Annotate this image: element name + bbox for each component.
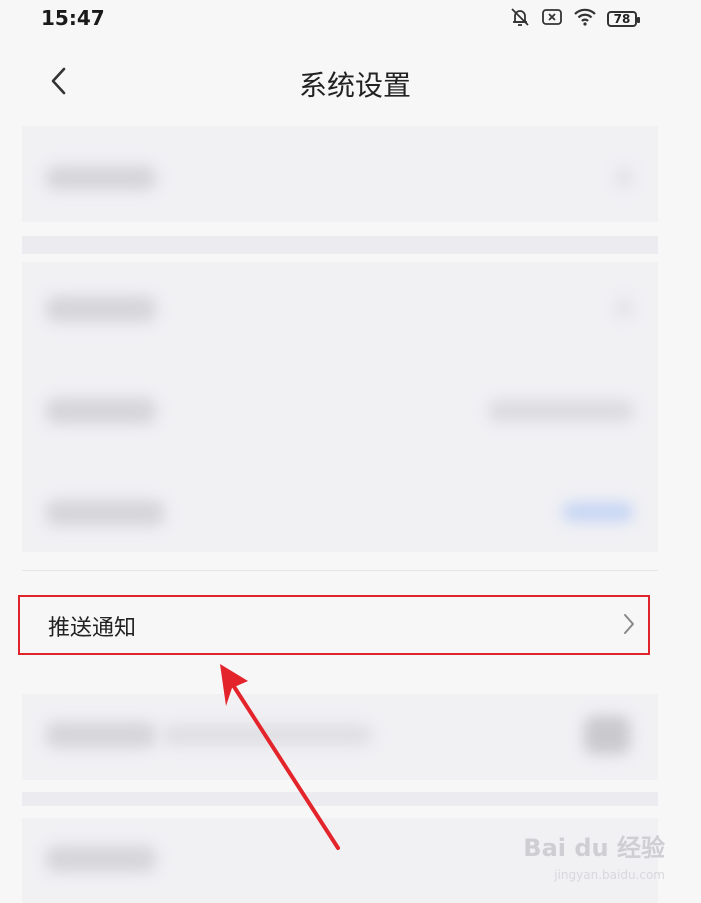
watermark-url: jingyan.baidu.com	[554, 868, 665, 882]
baidu-jingyan-watermark: Bai du 经验	[523, 834, 665, 862]
annotation-arrow	[220, 664, 340, 850]
